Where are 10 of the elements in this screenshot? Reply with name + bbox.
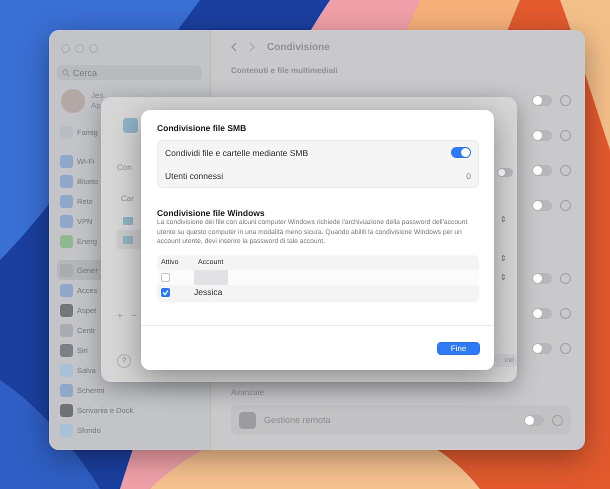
dialog-title: Condivisione file SMB — [157, 123, 248, 133]
column-label: Car — [121, 194, 135, 203]
row-label: Con — [117, 163, 133, 172]
row-label: Utenti connessi — [165, 170, 224, 180]
row-label: Condividi file e cartelle mediante SMB — [165, 148, 308, 158]
section-heading: Condivisione file Windows — [157, 208, 266, 218]
account-name: Jessica — [194, 287, 222, 297]
pane-title: Condivisione — [267, 42, 330, 52]
row-value: 0 — [466, 170, 471, 180]
section-heading: Contenuti e file multimediali — [231, 66, 339, 75]
